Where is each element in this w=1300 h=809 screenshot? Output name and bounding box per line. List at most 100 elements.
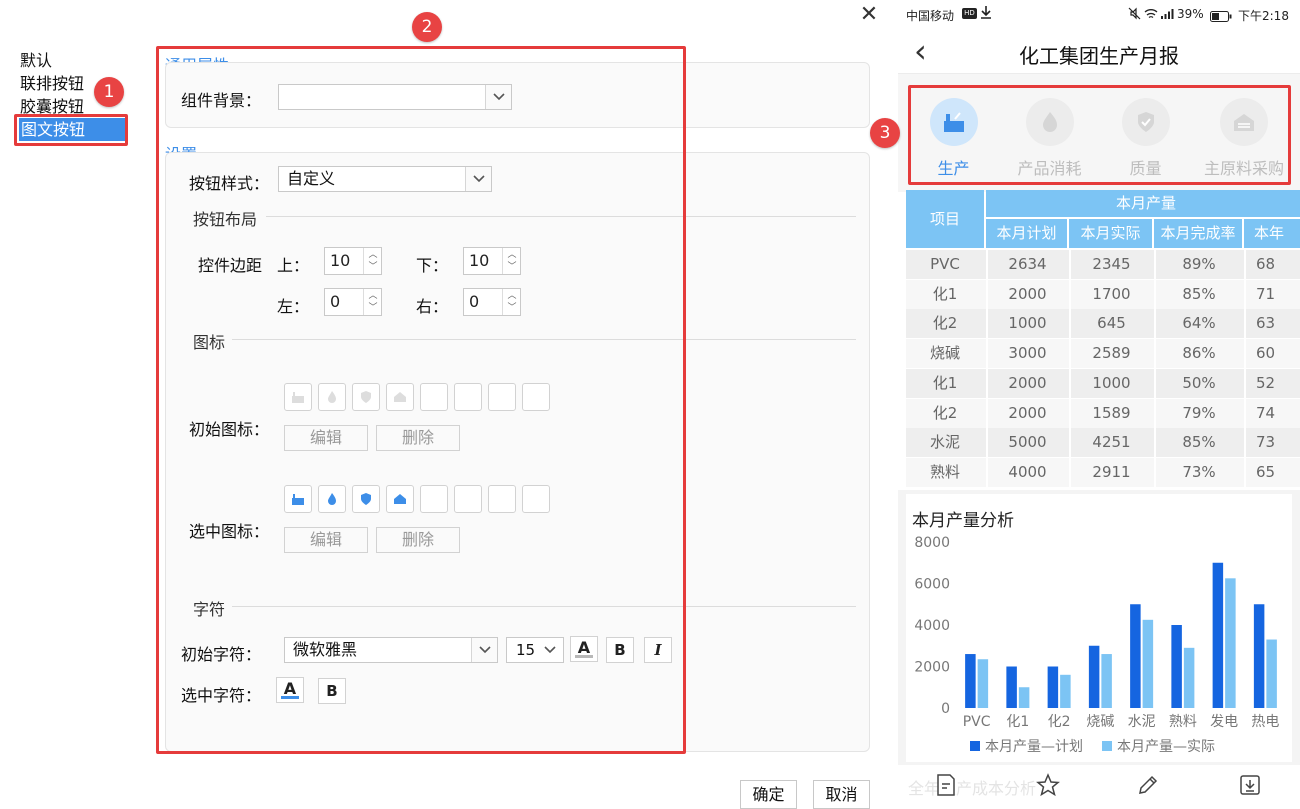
- y-tick-label: 8000: [914, 535, 950, 551]
- table-cell: 68: [1244, 250, 1300, 279]
- table-cell: 2345: [1069, 250, 1152, 279]
- table-header-actual: 本月实际: [1069, 219, 1152, 248]
- x-tick-label: 化2: [1048, 714, 1071, 730]
- table-cell: 71: [1244, 279, 1300, 309]
- table-cell: 73: [1244, 428, 1300, 458]
- star-icon[interactable]: [1036, 773, 1060, 801]
- table-cell: 水泥: [929, 433, 960, 452]
- table-cell: 1000: [986, 309, 1067, 339]
- bar-actual: [1225, 578, 1236, 708]
- type-item-default[interactable]: 默认: [18, 49, 126, 72]
- close-icon[interactable]: ✕: [858, 4, 880, 26]
- table-cell: 烧碱: [929, 344, 960, 363]
- table-cell: 化2: [932, 403, 958, 422]
- table-header-year: 本年: [1244, 219, 1300, 248]
- table-header-rate: 本月完成率: [1154, 219, 1242, 248]
- bar-actual: [977, 659, 989, 708]
- table-cell: PVC: [930, 255, 960, 273]
- battery-percent: 39%: [1177, 7, 1204, 21]
- x-tick-label: PVC: [963, 714, 991, 730]
- bar-plan: [1006, 666, 1017, 708]
- x-tick-label: 发电: [1210, 714, 1238, 730]
- table-cell: 熟料: [929, 462, 960, 481]
- table-cell: 50%: [1154, 368, 1242, 398]
- y-tick-label: 0: [941, 701, 950, 717]
- battery-icon: [1210, 8, 1232, 26]
- production-chart-card: 本月产量分析 0 2000 4000 6000 8000 PVC 化1 化2 烧碱 水泥 熟料 发电热…: [906, 494, 1292, 762]
- bar-plan: [1130, 604, 1141, 708]
- next-section-title-partial: 全年生产成本分析: [908, 779, 1037, 798]
- bar-actual: [1101, 654, 1112, 708]
- table-cell: 化2: [932, 314, 958, 333]
- table-cell: 89%: [1154, 250, 1242, 279]
- legend-label: 本月产量—实际: [1117, 739, 1215, 755]
- highlight-box-3: [908, 85, 1291, 185]
- carrier-label: 中国移动: [906, 9, 955, 23]
- download-icon[interactable]: [1238, 773, 1262, 801]
- callout-badge-3: 3: [870, 118, 900, 148]
- table-cell: 74: [1244, 398, 1300, 428]
- table-cell: 2000: [986, 398, 1067, 428]
- table-cell: 4251: [1069, 428, 1152, 458]
- report-title: 化工集团生产月报: [1019, 44, 1179, 68]
- highlight-box-2: [156, 46, 686, 754]
- pencil-icon[interactable]: [1136, 773, 1160, 801]
- x-tick-label: 熟料: [1169, 714, 1197, 730]
- table-cell: 73%: [1154, 457, 1242, 487]
- bar-plan: [1212, 562, 1224, 708]
- legend-swatch: [1102, 741, 1112, 751]
- production-table: 项目 本月产量 本月计划 本月实际 本月完成率 本年 PVC 2634 2345 89…: [906, 190, 1300, 490]
- highlight-box-1: [14, 114, 128, 146]
- legend-label: 本月产量—计划: [985, 739, 1083, 755]
- table-cell: 86%: [1154, 339, 1242, 369]
- cancel-button[interactable]: 取消: [813, 780, 870, 809]
- download-icon: [980, 5, 992, 23]
- table-header-item: 项目: [906, 190, 984, 248]
- clock: 下午2:18: [1238, 9, 1289, 23]
- signal-icon: [1160, 6, 1174, 24]
- table-cell: 63: [1244, 309, 1300, 339]
- x-tick-label: 化1: [1006, 714, 1029, 730]
- x-tick-label: 烧碱: [1086, 714, 1114, 730]
- table-cell: 645: [1069, 309, 1152, 339]
- bar-actual: [1266, 639, 1277, 708]
- table-cell: 2589: [1069, 339, 1152, 369]
- y-tick-label: 2000: [914, 660, 950, 676]
- table-cell: 化1: [932, 373, 958, 392]
- button-settings-dialog: ✕ 默认 联排按钮 胶囊按钮 图文按钮 1 通用属性 组件背景： 设置 按钮样式…: [0, 0, 898, 809]
- table-cell: 79%: [1154, 398, 1242, 428]
- table-cell: 5000: [986, 428, 1067, 458]
- bar-plan: [1253, 604, 1265, 708]
- bottom-toolbar: 全年生产成本分析: [898, 765, 1300, 809]
- production-bar-chart: 0 2000 4000 6000 8000 PVC 化1 化2 烧碱 水泥 熟料 发电 热电本月产量—计…: [914, 535, 1279, 755]
- table-cell: 60: [1244, 339, 1300, 369]
- bar-actual: [1018, 687, 1030, 708]
- x-tick-label: 热电: [1251, 714, 1279, 730]
- bar-plan: [965, 654, 976, 708]
- table-cell: 4000: [986, 457, 1067, 487]
- table-cell: 1589: [1069, 398, 1152, 428]
- bar-plan: [1171, 625, 1182, 708]
- callout-badge-2: 2: [412, 12, 442, 42]
- table-cell: 64%: [1154, 309, 1242, 339]
- table-cell: 2000: [986, 368, 1067, 398]
- bar-plan: [1088, 645, 1100, 708]
- table-header-group: 本月产量: [986, 190, 1300, 217]
- table-cell: 1700: [1069, 279, 1152, 309]
- report-icon[interactable]: [935, 773, 957, 801]
- wifi-icon: [1144, 6, 1158, 24]
- table-cell: 85%: [1154, 279, 1242, 309]
- bar-actual: [1183, 647, 1195, 708]
- table-cell: 3000: [986, 339, 1067, 369]
- table-cell: 52: [1244, 368, 1300, 398]
- ok-button[interactable]: 确定: [740, 780, 797, 809]
- y-tick-label: 6000: [914, 577, 950, 593]
- callout-badge-1: 1: [94, 77, 124, 107]
- table-cell: 1000: [1069, 368, 1152, 398]
- hd-badge: HD: [962, 8, 977, 19]
- bar-plan: [1047, 666, 1059, 708]
- table-cell: 2634: [986, 250, 1067, 279]
- x-tick-label: 水泥: [1128, 714, 1156, 730]
- table-cell: 85%: [1154, 428, 1242, 458]
- bar-actual: [1060, 674, 1071, 708]
